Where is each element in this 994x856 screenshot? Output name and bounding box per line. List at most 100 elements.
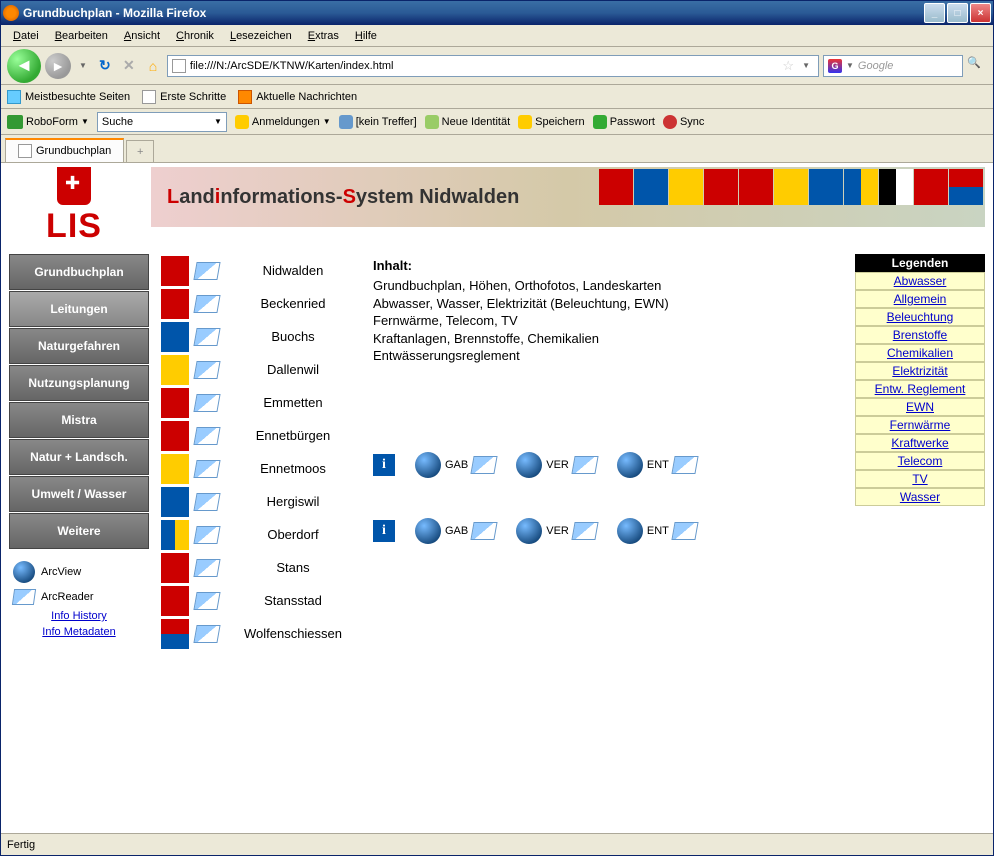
sidebar-button[interactable]: Natur + Landsch. [9,439,149,475]
url-bar[interactable]: file:///N:/ArcSDE/KTNW/Karten/index.html… [167,55,819,77]
crest-icon [739,169,773,205]
search-box[interactable]: G ▼ Google [823,55,963,77]
link-info-history[interactable]: Info History [13,608,145,624]
sidebar-button[interactable]: Leitungen [9,291,149,327]
page-icon [142,90,156,104]
reader-icon[interactable] [193,262,220,280]
legend-item[interactable]: Entw. Reglement [855,380,985,398]
roboform-sync[interactable]: Sync [663,115,704,129]
roboform-brand[interactable]: RoboForm ▼ [7,115,89,129]
tab-grundbuchplan[interactable]: Grundbuchplan [5,138,124,162]
info-icon[interactable]: i [373,454,395,476]
reader-icon[interactable] [193,394,220,412]
reader-icon[interactable] [193,559,220,577]
reader-icon[interactable] [193,295,220,313]
roboform-kein-treffer[interactable]: [kein Treffer] [339,115,417,129]
banner: Landinformations-System Nidwalden [151,167,985,227]
crest-icon [161,586,189,616]
reader-icon[interactable] [193,328,220,346]
link-ent[interactable]: ENT [617,518,697,544]
reader-icon[interactable] [193,361,220,379]
url-dropdown[interactable]: ▼ [798,61,814,70]
reload-button[interactable]: ↻ [95,56,115,76]
url-text[interactable]: file:///N:/ArcSDE/KTNW/Karten/index.html [190,60,779,72]
legend-item[interactable]: Beleuchtung [855,308,985,326]
search-engine-dropdown[interactable]: ▼ [846,61,854,70]
menu-lesezeichen[interactable]: Lesezeichen [222,28,300,44]
sidebar-arcview[interactable]: ArcView [13,558,145,586]
reader-icon[interactable] [193,427,220,445]
menu-hilfe[interactable]: Hilfe [347,28,385,44]
menu-chronik[interactable]: Chronik [168,28,222,44]
legend-item[interactable]: Allgemein [855,290,985,308]
municipality-name: Emmetten [225,395,361,410]
close-button[interactable]: × [970,3,991,23]
link-info-metadaten[interactable]: Info Metadaten [13,624,145,640]
menu-datei[interactable]: Datei [5,28,47,44]
roboform-neue-identitaet[interactable]: Neue Identität [425,115,511,129]
banner-title: Landinformations-System Nidwalden [167,186,519,209]
search-button[interactable]: 🔍 [967,56,987,76]
municipality-name: Oberdorf [225,527,361,542]
stop-button[interactable]: ✕ [119,56,139,76]
sidebar-button[interactable]: Grundbuchplan [9,254,149,290]
forward-button[interactable]: ► [45,53,71,79]
bookmark-meistbesuchte[interactable]: Meistbesuchte Seiten [7,90,130,104]
link-ver[interactable]: VER [516,452,597,478]
sidebar-button[interactable]: Umwelt / Wasser [9,476,149,512]
reader-icon[interactable] [193,592,220,610]
globe-icon [415,452,441,478]
link-ent[interactable]: ENT [617,452,697,478]
tab-strip: Grundbuchplan + [1,135,993,163]
crest-icon [161,322,189,352]
municipality-name: Beckenried [225,296,361,311]
legend-item[interactable]: Fernwärme [855,416,985,434]
sidebar-button[interactable]: Mistra [9,402,149,438]
page-icon [172,59,186,73]
roboform-anmeldungen[interactable]: Anmeldungen▼ [235,115,331,129]
legend-item[interactable]: Chemikalien [855,344,985,362]
titlebar: Grundbuchplan - Mozilla Firefox _ □ × [1,1,993,25]
legend-item[interactable]: TV [855,470,985,488]
minimize-button[interactable]: _ [924,3,945,23]
menu-ansicht[interactable]: Ansicht [116,28,168,44]
link-gab[interactable]: GAB [415,518,496,544]
legend-item[interactable]: Abwasser [855,272,985,290]
new-tab-button[interactable]: + [126,140,154,162]
roboform-speichern[interactable]: Speichern [518,115,585,129]
maximize-button[interactable]: □ [947,3,968,23]
bookmark-erste-schritte[interactable]: Erste Schritte [142,90,226,104]
roboform-passwort[interactable]: Passwort [593,115,655,129]
menu-bearbeiten[interactable]: Bearbeiten [47,28,116,44]
menu-extras[interactable]: Extras [300,28,347,44]
reader-icon[interactable] [193,625,220,643]
reader-icon[interactable] [193,460,220,478]
legend-item[interactable]: Brenstoffe [855,326,985,344]
legend-item[interactable]: Telecom [855,452,985,470]
sidebar-arcreader[interactable]: ArcReader [13,586,145,608]
sidebar-button[interactable]: Naturgefahren [9,328,149,364]
bookmark-aktuelle-nachrichten[interactable]: Aktuelle Nachrichten [238,90,357,104]
sidebar-button[interactable]: Weitere [9,513,149,549]
person-icon [425,115,439,129]
info-icon[interactable]: i [373,520,395,542]
reader-icon[interactable] [193,526,220,544]
page-header: LIS Landinformations-System Nidwalden [1,163,993,246]
roboform-search[interactable]: Suche ▼ [97,112,227,132]
crest-icon [161,388,189,418]
globe-icon [617,518,643,544]
legend-item[interactable]: Wasser [855,488,985,506]
window-controls: _ □ × [924,3,991,23]
legend-item[interactable]: Elektrizität [855,362,985,380]
firefox-icon [3,5,19,21]
history-dropdown[interactable]: ▼ [75,61,91,70]
legend-item[interactable]: EWN [855,398,985,416]
back-button[interactable]: ◄ [7,49,41,83]
home-button[interactable]: ⌂ [143,56,163,76]
sidebar-button[interactable]: Nutzungsplanung [9,365,149,401]
reader-icon[interactable] [193,493,220,511]
legend-item[interactable]: Kraftwerke [855,434,985,452]
link-ver[interactable]: VER [516,518,597,544]
link-gab[interactable]: GAB [415,452,496,478]
bookmark-star-icon[interactable]: ☆ [782,58,794,74]
